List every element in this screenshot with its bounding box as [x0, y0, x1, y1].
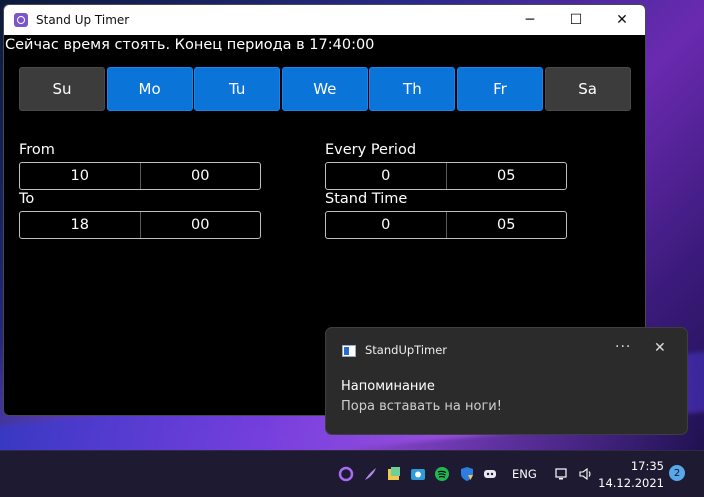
to-label: To	[19, 191, 35, 207]
from-label: From	[19, 142, 55, 158]
stand-time-hours[interactable]: 0	[326, 212, 446, 238]
language-indicator[interactable]: ENG	[512, 467, 537, 481]
stand-time-label: Stand Time	[325, 191, 408, 207]
to-hours[interactable]: 18	[20, 212, 140, 238]
day-selector: Su Mo Tu We Th Fr Sa	[19, 67, 632, 111]
day-button-th[interactable]: Th	[369, 67, 456, 111]
feather-icon[interactable]	[361, 465, 379, 483]
minimize-icon: ─	[525, 12, 535, 28]
maximize-button[interactable]: ☐	[553, 5, 599, 35]
day-button-tu[interactable]: Tu	[194, 67, 281, 111]
toast-app-name: StandUpTimer	[365, 343, 448, 357]
more-options-icon[interactable]: ···	[615, 339, 631, 355]
notification-count-badge[interactable]: 2	[669, 465, 685, 481]
stand-time-minutes[interactable]: 05	[445, 212, 567, 238]
every-period-hours[interactable]: 0	[326, 163, 446, 189]
day-button-sa[interactable]: Sa	[544, 67, 631, 111]
every-period-picker[interactable]: 0 05	[325, 162, 567, 190]
close-button[interactable]: ✕	[599, 5, 645, 35]
status-message: Сейчас время стоять. Конец периода в 17:…	[5, 37, 375, 53]
to-minutes[interactable]: 00	[139, 212, 261, 238]
day-button-mo[interactable]: Mo	[106, 67, 193, 111]
window-title: Stand Up Timer	[36, 13, 130, 27]
toast-close-icon[interactable]: ✕	[654, 340, 666, 356]
title-bar[interactable]: Stand Up Timer ─ ☐ ✕	[4, 5, 645, 35]
from-hours[interactable]: 10	[20, 163, 140, 189]
standuptimer-app-icon	[342, 345, 356, 357]
spotify-icon[interactable]	[433, 465, 451, 483]
day-button-we[interactable]: We	[281, 67, 368, 111]
taskbar: ENG 17:35 14.12.2021	[0, 450, 704, 497]
clock-date: 14.12.2021	[598, 476, 664, 490]
every-period-label: Every Period	[325, 142, 417, 158]
to-time-picker[interactable]: 18 00	[19, 211, 261, 239]
network-icon[interactable]	[553, 465, 571, 483]
stand-time-picker[interactable]: 0 05	[325, 211, 567, 239]
notification-toast[interactable]: StandUpTimer ··· ✕ Напоминание Пора вста…	[325, 327, 688, 435]
security-warning-icon[interactable]	[458, 465, 476, 483]
maximize-icon: ☐	[569, 12, 583, 28]
day-button-fr[interactable]: Fr	[456, 67, 543, 111]
day-button-su[interactable]: Su	[19, 67, 105, 111]
discord-icon[interactable]	[481, 465, 499, 483]
every-period-minutes[interactable]: 05	[445, 163, 567, 189]
toast-body: Пора вставать на ноги!	[341, 399, 502, 414]
clock-time: 17:35	[630, 459, 664, 473]
camera-icon[interactable]	[409, 465, 427, 483]
close-icon: ✕	[616, 12, 628, 28]
cortana-icon[interactable]	[337, 465, 355, 483]
volume-icon[interactable]	[577, 465, 595, 483]
sticky-notes-icon[interactable]	[385, 465, 403, 483]
system-clock[interactable]: 17:35 14.12.2021	[598, 458, 664, 492]
from-minutes[interactable]: 00	[139, 163, 261, 189]
app-icon	[14, 13, 28, 27]
from-time-picker[interactable]: 10 00	[19, 162, 261, 190]
toast-title: Напоминание	[341, 379, 435, 394]
minimize-button[interactable]: ─	[507, 5, 553, 35]
